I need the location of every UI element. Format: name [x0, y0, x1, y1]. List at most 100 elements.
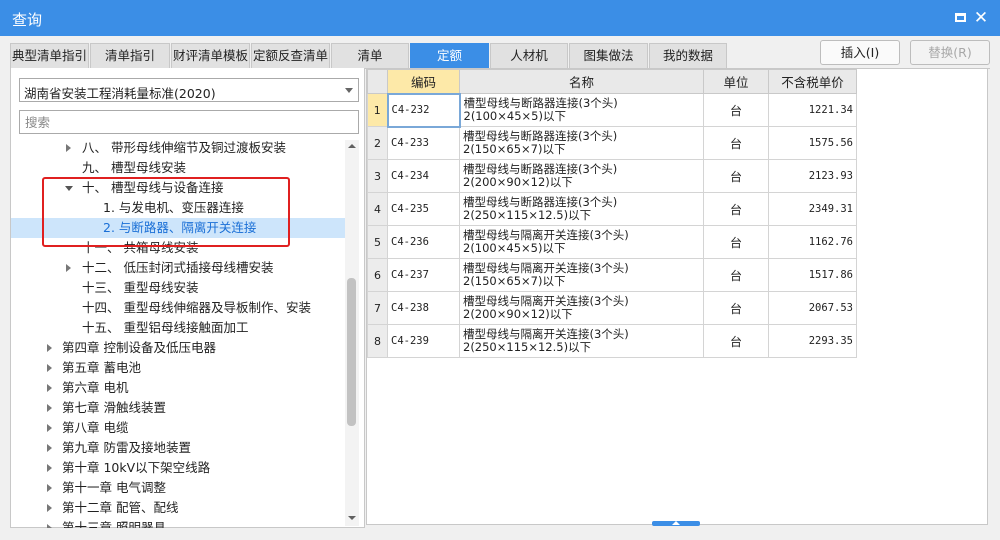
expand-arrow-icon[interactable]	[47, 424, 52, 432]
tree-item[interactable]: 十二、 低压封闭式插接母线槽安装	[11, 258, 346, 278]
table-row[interactable]: 3 C4-234 槽型母线与断路器连接(3个头) 2(200×90×12)以下 台…	[367, 159, 857, 193]
table-row[interactable]: 8 C4-239 槽型母线与隔离开关连接(3个头) 2(250×115×12.5)…	[367, 324, 857, 358]
expand-arrow-icon[interactable]	[47, 364, 52, 372]
unit-cell[interactable]: 台	[703, 192, 769, 226]
expand-arrow-icon[interactable]	[47, 404, 52, 412]
name-cell[interactable]: 槽型母线与隔离开关连接(3个头) 2(150×65×7)以下	[459, 258, 704, 292]
tree-item[interactable]: 十、 槽型母线与设备连接	[11, 178, 346, 198]
expand-arrow-icon[interactable]	[47, 384, 52, 392]
tree-item-selected[interactable]: 2. 与断路器、隔离开关连接	[11, 218, 346, 238]
name-cell[interactable]: 槽型母线与隔离开关连接(3个头) 2(100×45×5)以下	[459, 225, 704, 259]
tree-item[interactable]: 1. 与发电机、变压器连接	[11, 198, 346, 218]
tree-item[interactable]: 十五、 重型铝母线接触面加工	[11, 318, 346, 338]
unit-cell[interactable]: 台	[703, 258, 769, 292]
standard-dropdown[interactable]: 湖南省安装工程消耗量标准(2020)	[19, 78, 359, 102]
unit-cell[interactable]: 台	[703, 225, 769, 259]
price-cell[interactable]: 1221.34	[768, 93, 857, 127]
tree-item[interactable]: 第十一章 电气调整	[11, 478, 346, 498]
tab-finance-review-template[interactable]: 财评清单模板	[171, 43, 250, 68]
tab-quota[interactable]: 定额	[410, 43, 489, 68]
insert-button[interactable]: 插入(I)	[820, 40, 900, 65]
quota-grid-panel: 编码 名称 单位 不含税单价 1 C4-232 槽型母线与断路器连接(3个头) 2…	[366, 68, 988, 525]
tree-item[interactable]: 第九章 防雷及接地装置	[11, 438, 346, 458]
expand-arrow-icon[interactable]	[66, 144, 71, 152]
tree-item[interactable]: 第八章 电缆	[11, 418, 346, 438]
tab-quota-reverse-lookup[interactable]: 定额反查清单	[251, 43, 330, 68]
table-row[interactable]: 1 C4-232 槽型母线与断路器连接(3个头) 2(100×45×5)以下 台 …	[367, 92, 857, 128]
code-cell[interactable]: C4-236	[387, 225, 460, 259]
name-cell[interactable]: 槽型母线与断路器连接(3个头) 2(150×65×7)以下	[459, 126, 704, 160]
code-cell[interactable]: C4-238	[387, 291, 460, 325]
tree-item[interactable]: 第五章 蓄电池	[11, 358, 346, 378]
expand-arrow-icon[interactable]	[47, 344, 52, 352]
column-header-name[interactable]: 名称	[459, 69, 704, 94]
price-cell[interactable]: 2349.31	[768, 192, 857, 226]
maximize-icon[interactable]	[950, 8, 970, 28]
tree-item[interactable]: 第四章 控制设备及低压电器	[11, 338, 346, 358]
unit-cell[interactable]: 台	[703, 93, 769, 127]
expand-arrow-icon[interactable]	[66, 264, 71, 272]
column-header-unit[interactable]: 单位	[703, 69, 769, 94]
expand-arrow-icon[interactable]	[47, 444, 52, 452]
expand-arrow-icon[interactable]	[47, 484, 52, 492]
price-cell[interactable]: 1575.56	[768, 126, 857, 160]
tree-item[interactable]: 第十二章 配管、配线	[11, 498, 346, 518]
table-row[interactable]: 7 C4-238 槽型母线与隔离开关连接(3个头) 2(200×90×12)以下 …	[367, 291, 857, 325]
tree-item[interactable]: 十四、 重型母线伸缩器及导板制作、安装	[11, 298, 346, 318]
column-header-code[interactable]: 编码	[387, 69, 460, 94]
scroll-up-icon[interactable]	[348, 144, 356, 148]
code-cell[interactable]: C4-233	[387, 126, 460, 160]
name-cell[interactable]: 槽型母线与断路器连接(3个头) 2(200×90×12)以下	[459, 159, 704, 193]
row-number: 7	[367, 291, 388, 325]
scroll-down-icon[interactable]	[348, 516, 356, 520]
tab-my-data[interactable]: 我的数据	[649, 43, 727, 68]
code-cell[interactable]: C4-237	[387, 258, 460, 292]
expand-arrow-icon[interactable]	[47, 504, 52, 512]
name-cell[interactable]: 槽型母线与隔离开关连接(3个头) 2(200×90×12)以下	[459, 291, 704, 325]
column-header-price[interactable]: 不含税单价	[768, 69, 857, 94]
table-row[interactable]: 4 C4-235 槽型母线与断路器连接(3个头) 2(250×115×12.5)以…	[367, 192, 857, 226]
tab-bill[interactable]: 清单	[331, 43, 409, 68]
code-cell[interactable]: C4-239	[387, 324, 460, 358]
tab-typical-list-guide[interactable]: 典型清单指引	[10, 43, 89, 68]
price-cell[interactable]: 2123.93	[768, 159, 857, 193]
tree-scrollbar[interactable]	[345, 140, 359, 526]
tab-list-guide[interactable]: 清单指引	[90, 43, 170, 68]
price-cell[interactable]: 1162.76	[768, 225, 857, 259]
name-cell[interactable]: 槽型母线与断路器连接(3个头) 2(100×45×5)以下	[459, 93, 704, 127]
price-cell[interactable]: 2067.53	[768, 291, 857, 325]
tree-item[interactable]: 八、 带形母线伸缩节及铜过渡板安装	[11, 138, 346, 158]
panel-splitter-handle[interactable]	[652, 521, 700, 526]
unit-cell[interactable]: 台	[703, 324, 769, 358]
collapse-arrow-icon[interactable]	[65, 186, 73, 191]
tree-item[interactable]: 十一、 共箱母线安装	[11, 238, 346, 258]
code-cell[interactable]: C4-234	[387, 159, 460, 193]
price-cell[interactable]: 2293.35	[768, 324, 857, 358]
table-row[interactable]: 2 C4-233 槽型母线与断路器连接(3个头) 2(150×65×7)以下 台 …	[367, 126, 857, 160]
search-input[interactable]	[19, 110, 359, 134]
unit-cell[interactable]: 台	[703, 159, 769, 193]
tree-item[interactable]: 第十章 10kV以下架空线路	[11, 458, 346, 478]
name-cell[interactable]: 槽型母线与断路器连接(3个头) 2(250×115×12.5)以下	[459, 192, 704, 226]
tree-item[interactable]: 九、 槽型母线安装	[11, 158, 346, 178]
tree-item[interactable]: 第七章 滑触线装置	[11, 398, 346, 418]
chapter-tree: 八、 带形母线伸缩节及铜过渡板安装 九、 槽型母线安装 十、 槽型母线与设备连接…	[11, 138, 346, 528]
table-row[interactable]: 6 C4-237 槽型母线与隔离开关连接(3个头) 2(150×65×7)以下 台…	[367, 258, 857, 292]
code-cell[interactable]: C4-232	[386, 92, 461, 128]
tab-atlas-method[interactable]: 图集做法	[569, 43, 648, 68]
replace-button[interactable]: 替换(R)	[910, 40, 990, 65]
expand-arrow-icon[interactable]	[47, 524, 52, 528]
tree-item[interactable]: 第六章 电机	[11, 378, 346, 398]
close-icon[interactable]: ✕	[971, 8, 991, 28]
unit-cell[interactable]: 台	[703, 291, 769, 325]
tree-item[interactable]: 第十三章 照明器具	[11, 518, 346, 528]
table-row[interactable]: 5 C4-236 槽型母线与隔离开关连接(3个头) 2(100×45×5)以下 台…	[367, 225, 857, 259]
expand-arrow-icon[interactable]	[47, 464, 52, 472]
unit-cell[interactable]: 台	[703, 126, 769, 160]
tree-item[interactable]: 十三、 重型母线安装	[11, 278, 346, 298]
code-cell[interactable]: C4-235	[387, 192, 460, 226]
name-cell[interactable]: 槽型母线与隔离开关连接(3个头) 2(250×115×12.5)以下	[459, 324, 704, 358]
price-cell[interactable]: 1517.86	[768, 258, 857, 292]
tab-labor-material-machine[interactable]: 人材机	[490, 43, 568, 68]
scroll-thumb[interactable]	[347, 278, 356, 426]
